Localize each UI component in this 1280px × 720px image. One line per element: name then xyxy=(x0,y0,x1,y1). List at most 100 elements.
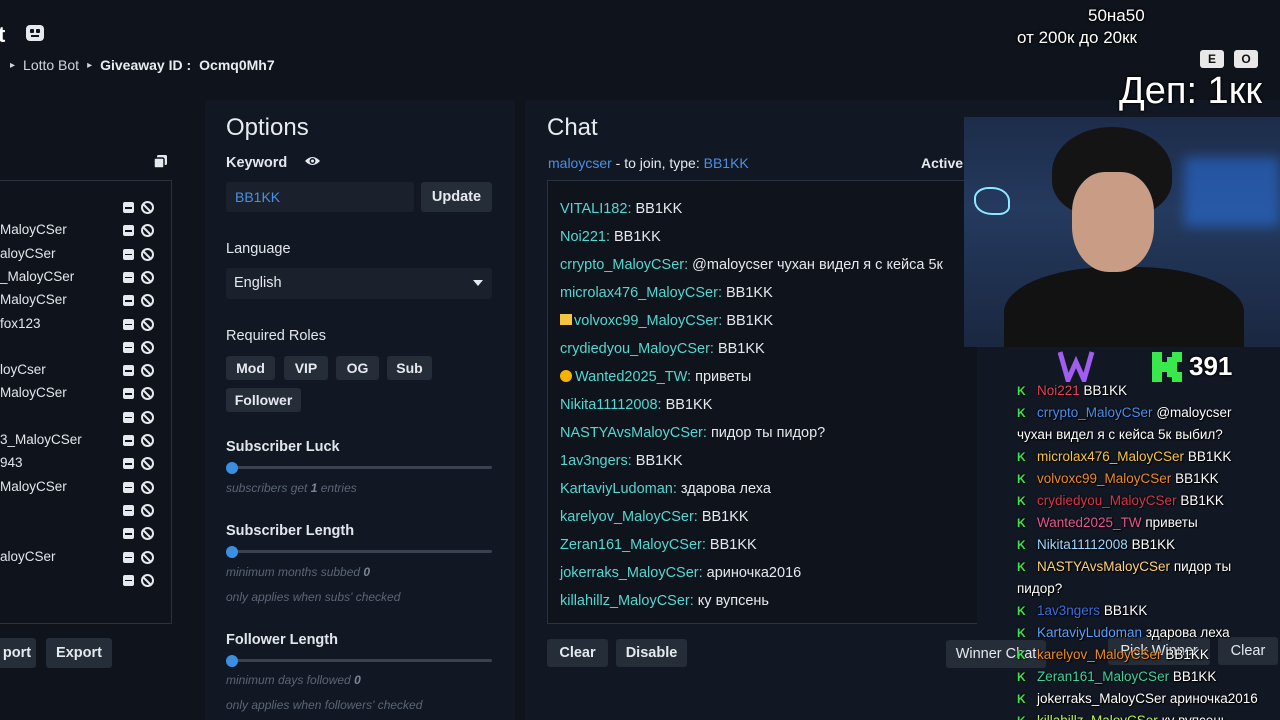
remove-entry-icon[interactable] xyxy=(123,318,134,330)
chat-username[interactable]: crydiedyou_MaloyCSer: xyxy=(560,341,714,357)
chat-title: Chat xyxy=(547,114,598,141)
import-button[interactable]: port xyxy=(0,638,36,668)
overlay-chat-message: Kcrrypto_MaloyCSer @maloycser xyxy=(1017,405,1232,420)
chat-username[interactable]: karelyov_MaloyCSer: xyxy=(560,509,698,525)
chat-message: NASTYAvsMaloyCSer: пидор ты пидор? xyxy=(560,425,825,441)
role-mod-button[interactable]: Mod xyxy=(226,356,275,380)
ban-icon[interactable] xyxy=(141,247,154,261)
remove-entry-icon[interactable] xyxy=(123,528,134,540)
remove-entry-icon[interactable] xyxy=(123,248,134,260)
kick-logo-icon xyxy=(1152,352,1182,382)
ban-icon[interactable] xyxy=(141,317,154,331)
chat-username[interactable]: Noi221: xyxy=(560,229,610,245)
ban-icon[interactable] xyxy=(141,527,154,541)
remove-entry-icon[interactable] xyxy=(123,481,134,493)
remove-entry-icon[interactable] xyxy=(123,458,134,470)
overlay-text: @maloycser xyxy=(1156,405,1232,420)
chat-username[interactable]: KartaviyLudoman: xyxy=(560,481,677,497)
overlay-chat-message: K Noi221 BB1KK xyxy=(1017,383,1127,398)
eye-icon[interactable] xyxy=(304,154,321,168)
chat-username[interactable]: volvoxc99_MaloyCSer: xyxy=(574,313,722,329)
remove-entry-icon[interactable] xyxy=(123,435,134,446)
overlay-username: KartaviyLudoman xyxy=(1037,625,1143,640)
ban-icon[interactable] xyxy=(141,201,154,214)
entry-username: MaloyCSer xyxy=(0,222,67,238)
ban-icon[interactable] xyxy=(141,434,154,447)
overlay-chat-message: K NASTYAvsMaloyCSer пидор ты xyxy=(1017,559,1231,574)
chat-username[interactable]: 1av3ngers: xyxy=(560,453,632,469)
chat-message: VITALI182: BB1KK xyxy=(560,201,682,217)
update-button[interactable]: Update xyxy=(421,182,492,212)
copy-icon[interactable] xyxy=(153,154,168,169)
robot-icon xyxy=(26,25,44,41)
caret-down-icon xyxy=(473,280,483,286)
follower-length-slider[interactable] xyxy=(226,655,238,667)
chat-username[interactable]: VITALI182: xyxy=(560,201,631,217)
ban-icon[interactable] xyxy=(141,294,154,308)
remove-entry-icon[interactable] xyxy=(123,295,134,307)
overlay-text: BB1KK xyxy=(1103,603,1148,618)
export-button[interactable]: Export xyxy=(46,638,112,668)
overlay-chat-message: Kjokerraks_MaloyCSer ариночка2016 xyxy=(1017,691,1258,706)
remove-entry-icon[interactable] xyxy=(123,225,134,237)
keyword-input[interactable]: BB1KK xyxy=(226,182,414,212)
ban-icon[interactable] xyxy=(141,364,154,378)
chat-message: 1av3ngers: BB1KK xyxy=(560,453,683,469)
overlay-username: Zeran161_MaloyCSer xyxy=(1037,669,1170,684)
entries-list[interactable]: MaloyCSer aloyCSer _MaloyCSer MaloyCSer fox1… xyxy=(0,180,172,624)
subscriber-length-label: Subscriber Length xyxy=(226,523,355,539)
ban-icon[interactable] xyxy=(141,224,154,238)
webcam-feed xyxy=(964,117,1280,347)
chat-username[interactable]: jokerraks_MaloyCSer: xyxy=(560,565,703,581)
hint-text: minimum months subbed xyxy=(226,565,361,579)
overlay-chat-message: Kmicrolax476_MaloyCSer BB1KK xyxy=(1017,449,1231,464)
remove-entry-icon[interactable] xyxy=(123,388,134,400)
ban-icon[interactable] xyxy=(141,410,154,424)
overlay-text: здарова леха xyxy=(1145,625,1230,640)
subscriber-luck-slider[interactable] xyxy=(226,462,238,474)
chat-username[interactable]: Zeran161_MaloyCSer: xyxy=(560,537,706,553)
remove-entry-icon[interactable] xyxy=(123,411,134,423)
role-sub-button[interactable]: Sub xyxy=(387,356,432,380)
ban-icon[interactable] xyxy=(141,340,154,354)
ban-icon[interactable] xyxy=(141,480,154,494)
remove-entry-icon[interactable] xyxy=(123,271,134,283)
chat-message: volvoxc99_MaloyCSer: BB1KK xyxy=(560,313,773,329)
clear-chat-button[interactable]: Clear xyxy=(547,639,608,667)
chat-message: crydiedyou_MaloyCSer: BB1KK xyxy=(560,341,765,357)
chat-username[interactable]: killahillz_MaloyCSer: xyxy=(560,593,694,609)
ban-icon[interactable] xyxy=(141,503,154,517)
channel-name[interactable]: maloycser xyxy=(548,155,612,171)
role-follower-button[interactable]: Follower xyxy=(226,388,301,412)
disable-button[interactable]: Disable xyxy=(616,639,687,667)
subscriber-length-track[interactable] xyxy=(231,550,492,553)
ban-icon[interactable] xyxy=(141,573,154,587)
chat-username[interactable]: Wanted2025_TW: xyxy=(575,369,691,385)
remove-entry-icon[interactable] xyxy=(123,551,134,563)
subscriber-luck-track[interactable] xyxy=(231,466,492,469)
chat-log[interactable]: VITALI182: BB1KK Noi221: BB1KK crrypto_Mal… xyxy=(547,180,977,624)
chat-username[interactable]: microlax476_MaloyCSer: xyxy=(560,285,722,301)
chat-message: microlax476_MaloyCSer: BB1KK xyxy=(560,285,773,301)
chevron-right-icon: ▸ xyxy=(87,59,93,71)
language-select[interactable]: English xyxy=(226,268,492,299)
subscriber-length-slider[interactable] xyxy=(226,546,238,558)
language-label: Language xyxy=(226,241,291,257)
remove-entry-icon[interactable] xyxy=(123,365,134,377)
follower-length-track[interactable] xyxy=(231,659,492,662)
remove-entry-icon[interactable] xyxy=(123,202,134,213)
remove-entry-icon[interactable] xyxy=(123,341,134,353)
chat-username[interactable]: NASTYAvsMaloyCSer: xyxy=(560,425,707,441)
remove-entry-icon[interactable] xyxy=(123,504,134,516)
chat-username[interactable]: Nikita11112008: xyxy=(560,397,662,413)
breadcrumb-lotto-bot[interactable]: Lotto Bot xyxy=(23,57,79,73)
chat-username[interactable]: crrypto_MaloyCSer: xyxy=(560,257,688,273)
ban-icon[interactable] xyxy=(141,550,154,564)
ban-icon[interactable] xyxy=(141,270,154,284)
ban-icon[interactable] xyxy=(141,457,154,471)
role-vip-button[interactable]: VIP xyxy=(284,356,328,380)
ban-icon[interactable] xyxy=(141,387,154,401)
remove-entry-icon[interactable] xyxy=(123,574,134,586)
role-og-button[interactable]: OG xyxy=(336,356,379,380)
chat-message: karelyov_MaloyCSer: BB1KK xyxy=(560,509,749,525)
